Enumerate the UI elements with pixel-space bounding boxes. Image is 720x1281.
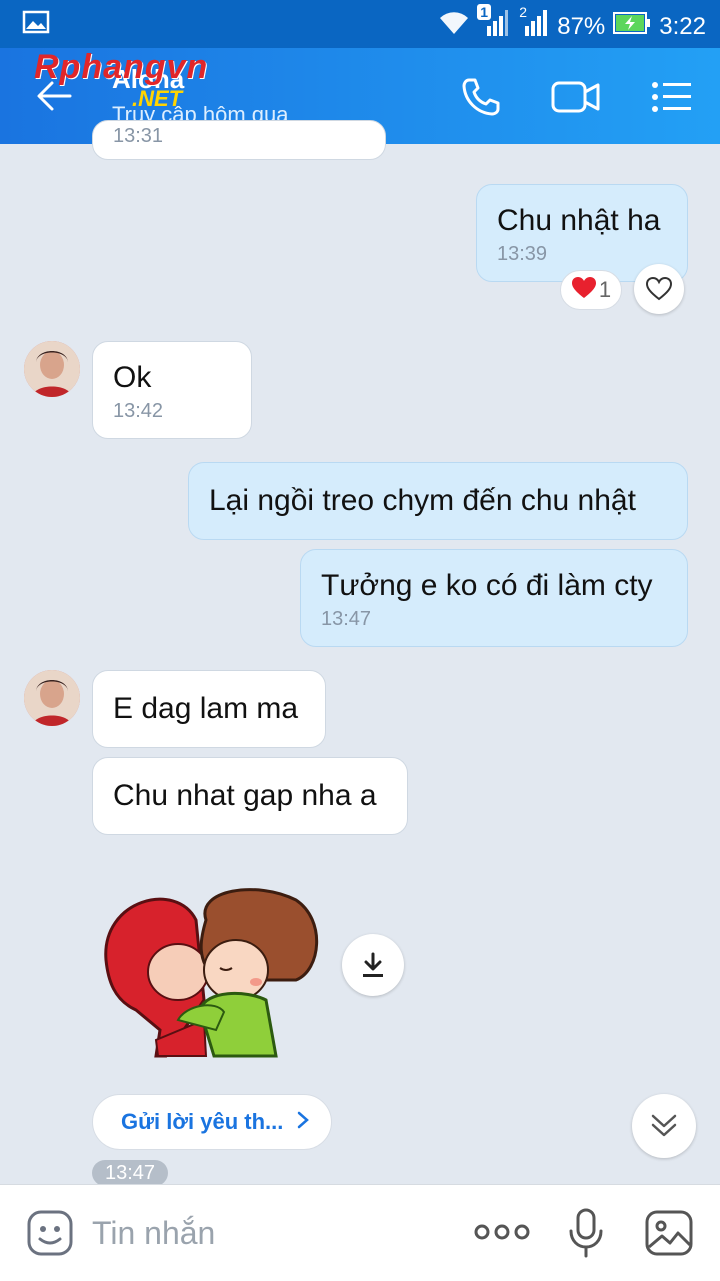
video-call-icon[interactable]	[550, 76, 602, 123]
message-text: Ok	[113, 361, 152, 394]
message-text: Chu nhat gap nha a	[113, 779, 377, 812]
download-icon	[363, 952, 383, 977]
message-bubble-received[interactable]: E dag lam ma	[92, 670, 326, 748]
suggestion-label: Gửi lời yêu th...	[121, 1109, 284, 1134]
message-time: 13:47	[321, 608, 372, 630]
react-heart-button[interactable]	[634, 264, 684, 314]
message-time: 13:31	[113, 125, 164, 147]
message-time: 13:39	[497, 243, 548, 265]
message-bubble-sent[interactable]: Lại ngồi treo chym đến chu nhật	[188, 462, 688, 540]
chevron-right-icon	[297, 1111, 310, 1134]
message-input[interactable]: Tin nhắn	[92, 1215, 215, 1252]
message-text: E dag lam ma	[113, 692, 299, 725]
battery-charging-icon	[613, 11, 651, 42]
heart-reaction-icon	[571, 276, 597, 305]
signal-sim2-icon: 2	[517, 4, 549, 45]
double-chevron-down-icon	[651, 1114, 677, 1137]
message-bubble-received[interactable]: Ok 13:42	[92, 341, 252, 439]
contact-avatar[interactable]	[24, 341, 80, 397]
download-sticker-button[interactable]	[342, 934, 404, 996]
message-bubble-sent[interactable]: Tưởng e ko có đi làm cty 13:47	[300, 549, 688, 647]
reaction-chip[interactable]: 1	[560, 270, 622, 310]
sim1-badge: 1	[477, 4, 492, 20]
contact-avatar[interactable]	[24, 670, 80, 726]
emoji-sticker-icon[interactable]	[26, 1209, 74, 1262]
watermark-logo-sub: .NET	[132, 86, 183, 111]
message-bubble-received[interactable]: Chu nhat gap nha a	[92, 757, 408, 835]
sticker-suggestion-button[interactable]: Gửi lời yêu th...	[92, 1094, 332, 1150]
battery-percent: 87%	[557, 12, 606, 40]
sticker-time: 13:47	[92, 1160, 168, 1186]
phone-call-icon[interactable]	[460, 76, 502, 123]
wifi-icon	[439, 10, 469, 43]
signal-sim1-icon: 1	[477, 4, 509, 45]
watermark-logo: Rphangvn	[34, 48, 209, 86]
message-text: Lại ngồi treo chym đến chu nhật	[209, 484, 636, 517]
message-time: 13:42	[113, 400, 164, 422]
message-composer: Tin nhắn	[0, 1184, 720, 1281]
menu-list-icon[interactable]	[650, 76, 692, 123]
more-options-icon[interactable]	[474, 1219, 530, 1250]
message-text: Chu nhật ha	[497, 204, 661, 237]
sticker-hugging-couple[interactable]	[96, 880, 328, 1060]
clock: 3:22	[659, 12, 706, 40]
sim2-badge: 2	[519, 4, 528, 20]
heart-outline-icon	[646, 277, 672, 301]
gallery-notification-icon	[22, 10, 50, 39]
message-bubble-partial[interactable]: 13:31	[92, 120, 386, 160]
image-gallery-icon[interactable]	[644, 1209, 694, 1262]
reaction-count: 1	[598, 277, 612, 302]
message-text: Tưởng e ko có đi làm cty	[321, 569, 653, 602]
microphone-icon[interactable]	[566, 1207, 606, 1264]
scroll-to-bottom-button[interactable]	[632, 1094, 696, 1158]
status-bar: 1 2 87% 3:22	[0, 0, 720, 48]
